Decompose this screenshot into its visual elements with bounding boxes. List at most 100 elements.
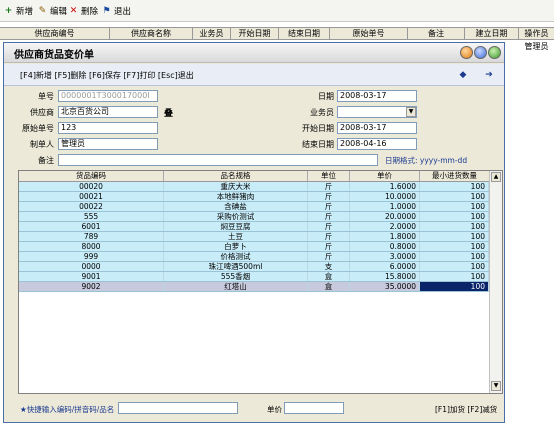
table-row[interactable]: 00020 重庆大米斤 1.6000 100 xyxy=(19,182,489,192)
table-cell[interactable]: 100 xyxy=(420,272,489,281)
table-row[interactable]: 0000 珠江啤酒500ml 支 6.0000 100 xyxy=(19,262,489,272)
table-cell[interactable]: 斤 xyxy=(308,212,350,221)
table-cell[interactable]: 焖豆豆腐 xyxy=(164,222,308,231)
table-cell[interactable]: 盒 xyxy=(308,272,350,281)
table-cell[interactable]: 斤 xyxy=(308,202,350,211)
table-row[interactable]: 999 价格测试斤 3.0000 100 xyxy=(19,252,489,262)
table-cell[interactable]: 斤 xyxy=(308,242,350,251)
table-cell[interactable]: 100 xyxy=(420,262,489,271)
dialog-title-bar[interactable]: 供应商货品变价单 xyxy=(4,43,504,63)
table-cell[interactable]: 含碘盐 xyxy=(164,202,308,211)
table-cell[interactable]: 100 xyxy=(420,232,489,241)
table-cell[interactable]: 本地鲜猪肉 xyxy=(164,192,308,201)
table-cell[interactable]: 盒 xyxy=(308,282,350,291)
table-cell[interactable]: 100 xyxy=(420,212,489,221)
table-row[interactable]: 789 土豆斤 1.8000 100 xyxy=(19,232,489,242)
price-input-field[interactable] xyxy=(284,402,344,414)
order-no-field[interactable]: 0000001T300017000I xyxy=(58,90,158,102)
table-cell[interactable]: 白萝卜 xyxy=(164,242,308,251)
grid-col-header[interactable]: 品名规格 xyxy=(164,171,308,181)
prev-arrow-icon[interactable]: ◆ xyxy=(458,69,468,81)
table-cell[interactable]: 00021 xyxy=(19,192,164,201)
close-icon[interactable] xyxy=(488,46,501,59)
table-cell[interactable]: 100 xyxy=(420,182,489,191)
table-row[interactable]: 555 采购价测试斤 20.0000 100 xyxy=(19,212,489,222)
edit-button[interactable]: ✎ 编辑 xyxy=(37,3,67,19)
quick-input-field[interactable] xyxy=(118,402,238,414)
table-cell[interactable]: 斤 xyxy=(308,192,350,201)
creator-field[interactable]: 管理员 xyxy=(58,138,158,150)
table-cell[interactable]: 重庆大米 xyxy=(164,182,308,191)
start-date-field[interactable]: 2008-03-17 xyxy=(337,122,417,134)
bg-col-header[interactable]: 建立日期 xyxy=(465,28,519,40)
grid-col-header[interactable]: 单位 xyxy=(308,171,350,181)
bg-col-header[interactable]: 业务员 xyxy=(193,28,231,40)
chevron-down-icon[interactable]: ▼ xyxy=(406,107,416,117)
grid-col-header[interactable]: 单价 xyxy=(350,171,420,181)
table-cell[interactable]: 35.0000 xyxy=(350,282,420,291)
table-cell[interactable]: 1.8000 xyxy=(350,232,420,241)
table-cell[interactable]: 采购价测试 xyxy=(164,212,308,221)
table-cell[interactable]: 2.0000 xyxy=(350,222,420,231)
scroll-down-icon[interactable]: ▼ xyxy=(491,381,501,391)
exit-button[interactable]: ⚑ 退出 xyxy=(101,3,131,19)
table-cell[interactable]: 10.0000 xyxy=(350,192,420,201)
table-cell[interactable]: 555 xyxy=(19,212,164,221)
table-cell[interactable]: 斤 xyxy=(308,222,350,231)
table-cell[interactable]: 20.0000 xyxy=(350,212,420,221)
table-cell[interactable]: 789 xyxy=(19,232,164,241)
table-cell[interactable]: 9001 xyxy=(19,272,164,281)
grid-col-header[interactable]: 最小进货数量 xyxy=(420,171,489,181)
end-date-field[interactable]: 2008-04-16 xyxy=(337,138,417,150)
table-cell[interactable]: 珠江啤酒500ml xyxy=(164,262,308,271)
table-cell[interactable]: 斤 xyxy=(308,252,350,261)
table-cell[interactable]: 555香烟 xyxy=(164,272,308,281)
bg-col-header[interactable]: 开始日期 xyxy=(231,28,279,40)
table-cell[interactable]: 土豆 xyxy=(164,232,308,241)
table-cell[interactable]: 支 xyxy=(308,262,350,271)
table-cell[interactable]: 1.0000 xyxy=(350,202,420,211)
table-cell[interactable]: 999 xyxy=(19,252,164,261)
table-row[interactable]: 00022 含碘盐斤 1.0000 100 xyxy=(19,202,489,212)
table-cell[interactable]: 8000 xyxy=(19,242,164,251)
table-cell[interactable]: 3.0000 xyxy=(350,252,420,261)
bg-col-header[interactable]: 结束日期 xyxy=(279,28,330,40)
table-cell[interactable]: 斤 xyxy=(308,182,350,191)
bg-col-header[interactable]: 原始单号 xyxy=(330,28,408,40)
supplier-lookup-icon[interactable]: 叠 xyxy=(164,106,173,119)
table-row[interactable]: 8000 白萝卜斤 0.8000 100 xyxy=(19,242,489,252)
table-row[interactable]: 9001 555香烟盒 15.8000 100 xyxy=(19,272,489,282)
grid-col-header[interactable]: 货品编码 xyxy=(19,171,164,181)
maximize-icon[interactable] xyxy=(474,46,487,59)
table-cell[interactable]: 6001 xyxy=(19,222,164,231)
table-cell[interactable]: 0.8000 xyxy=(350,242,420,251)
bg-col-header[interactable]: 供应商名称 xyxy=(110,28,193,40)
supplier-field[interactable]: 北京百货公司 xyxy=(58,106,158,118)
table-cell[interactable]: 100 xyxy=(420,282,489,291)
table-row[interactable]: 9002 红塔山盒 35.0000 100 xyxy=(19,282,489,292)
table-cell[interactable]: 100 xyxy=(420,252,489,261)
table-cell[interactable]: 9002 xyxy=(19,282,164,291)
bg-col-header[interactable]: 备注 xyxy=(408,28,465,40)
add-button[interactable]: + 新增 xyxy=(3,3,33,19)
delete-button[interactable]: ✕ 删除 xyxy=(68,3,98,19)
table-cell[interactable]: 00020 xyxy=(19,182,164,191)
table-cell[interactable]: 1.6000 xyxy=(350,182,420,191)
grid-scrollbar[interactable]: ▲ ▼ xyxy=(489,171,502,393)
table-cell[interactable]: 斤 xyxy=(308,232,350,241)
bg-col-header[interactable]: 操作员 xyxy=(519,28,554,40)
table-cell[interactable]: 100 xyxy=(420,242,489,251)
remark-field[interactable] xyxy=(58,154,378,166)
date-field[interactable]: 2008-03-17 xyxy=(337,90,417,102)
table-cell[interactable]: 15.8000 xyxy=(350,272,420,281)
original-no-field[interactable]: 123 xyxy=(58,122,158,134)
bg-col-header[interactable]: 供应商编号 xyxy=(0,28,110,40)
table-cell[interactable]: 00022 xyxy=(19,202,164,211)
table-cell[interactable]: 100 xyxy=(420,202,489,211)
table-cell[interactable]: 6.0000 xyxy=(350,262,420,271)
table-cell[interactable]: 100 xyxy=(420,222,489,231)
table-cell[interactable]: 价格测试 xyxy=(164,252,308,261)
scroll-up-icon[interactable]: ▲ xyxy=(491,172,501,182)
salesman-select[interactable] xyxy=(337,106,417,118)
table-cell[interactable]: 0000 xyxy=(19,262,164,271)
